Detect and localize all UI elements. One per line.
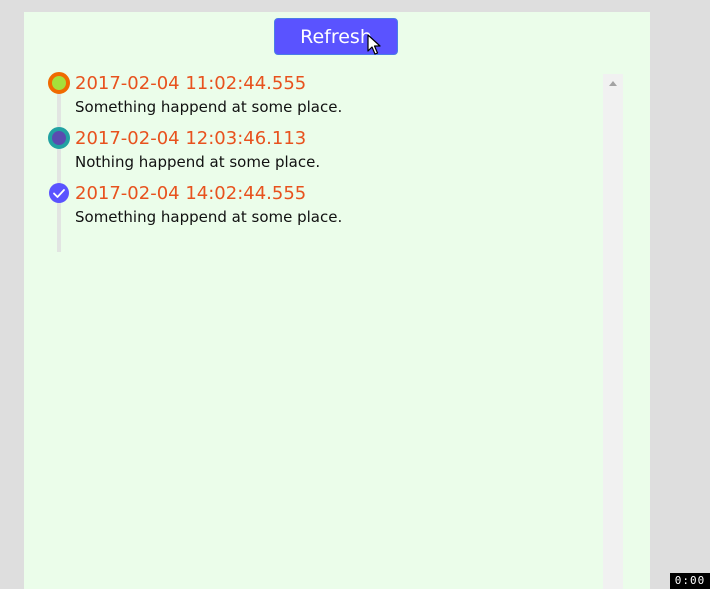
timeline-item: 2017-02-04 12:03:46.113 Nothing happend … [48, 127, 578, 182]
vertical-scrollbar[interactable] [603, 74, 623, 589]
timeline-item: 2017-02-04 11:02:44.555 Something happen… [48, 72, 578, 127]
timeline-item-time: 2017-02-04 12:03:46.113 [75, 128, 307, 149]
timeline-item-description: Something happend at some place. [75, 98, 343, 116]
check-circle-icon [49, 183, 69, 203]
ring-dot-icon [48, 72, 70, 94]
timeline: 2017-02-04 11:02:44.555 Something happen… [48, 72, 578, 252]
timeline-item-description: Nothing happend at some place. [75, 153, 321, 171]
timeline-panel: Refresh 2017-02-04 11:02:44.555 Somethin… [24, 12, 650, 589]
scroll-up-arrow-icon[interactable] [603, 74, 623, 92]
ring-dot-icon [48, 127, 70, 149]
timeline-item-description: Something happend at some place. [75, 208, 343, 226]
timeline-item-time: 2017-02-04 11:02:44.555 [75, 73, 307, 94]
timeline-item: 2017-02-04 14:02:44.555 Something happen… [48, 182, 578, 237]
recording-timer: 0:00 [670, 573, 710, 589]
timeline-item-time: 2017-02-04 14:02:44.555 [75, 183, 307, 204]
mouse-pointer-icon [367, 34, 381, 55]
